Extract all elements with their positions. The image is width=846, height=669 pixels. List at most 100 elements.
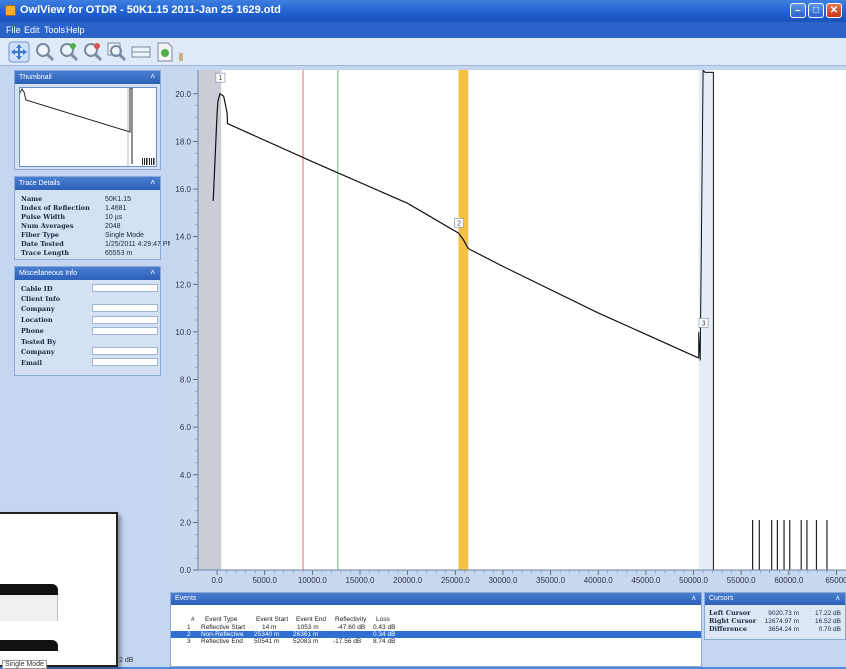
x-tick-label: 50000.0	[679, 576, 708, 585]
y-tick-label: 14.0	[175, 233, 191, 242]
menu-bar: File Edit Tools Help	[0, 22, 846, 38]
x-tick-label: 5000.0	[252, 576, 277, 585]
y-tick-label: 16.0	[175, 185, 191, 194]
background-window-header	[0, 584, 58, 595]
thumbnail-panel-header[interactable]: Thumbnail ˄	[15, 71, 160, 84]
tested-by-label: Tested By	[21, 338, 57, 346]
events-header[interactable]: Events ˄	[171, 593, 701, 605]
trace-details-title: Trace Details	[19, 180, 60, 187]
event-row-selected[interactable]: 2 Non-Reflective 25340 m 26361 m 0.34 dB	[171, 631, 701, 638]
zoom-in-icon[interactable]	[58, 41, 80, 63]
misc-info-header[interactable]: Miscellaneous Info ˄	[15, 267, 160, 280]
right-cursor-readout: Right Cursor 12674.97 m 16.52 dB	[709, 617, 841, 625]
cursor-difference-readout: Difference 3654.24 m 0.70 dB	[709, 625, 841, 633]
events-header-row: # Event Type Event Start Event End Refle…	[171, 616, 701, 623]
thumbnail-preview[interactable]	[19, 87, 157, 167]
y-tick-label: 2.0	[180, 518, 192, 527]
menu-edit[interactable]: Edit	[24, 25, 40, 35]
company-label: Company	[21, 305, 55, 313]
detail-num-averages: Num Averages 2048	[21, 222, 121, 230]
col-reflectivity[interactable]: Reflectivity	[335, 616, 366, 623]
x-tick-label: 65000	[825, 576, 846, 585]
event-row[interactable]: 3 Reflective End 50541 m 52083 m -17.56 …	[171, 638, 701, 645]
detail-pulse-width: Pulse Width 10 µs	[21, 213, 123, 221]
menu-help[interactable]: Help	[66, 25, 85, 35]
launch-region	[198, 70, 222, 570]
y-tick-label: 0.0	[180, 566, 192, 575]
plot-background	[198, 70, 846, 570]
cable-id-label: Cable ID	[21, 285, 53, 293]
fiber-type-field: Single Mode	[2, 660, 47, 669]
col-loss[interactable]: Loss	[376, 616, 390, 623]
app-icon	[5, 5, 16, 16]
collapse-icon[interactable]: ˄	[150, 72, 155, 81]
x-tick-label: 55000.0	[727, 576, 756, 585]
thumbnail-panel-title: Thumbnail	[19, 74, 52, 81]
trace-details-header[interactable]: Trace Details ˄	[15, 177, 160, 190]
x-tick-label: 0.0	[211, 576, 223, 585]
otdr-trace-chart[interactable]: 1 2 3 0.0 2.0 4.0 6.0 8.0 10.0 12.0 14.0 16.0 18.0 2…	[170, 70, 846, 590]
detail-fiber-type: Fiber Type Single Mode	[21, 231, 144, 239]
detail-trace-length: Trace Length 65553 m	[21, 249, 133, 257]
event-row[interactable]: 1 Reflective Start 14 m 1053 m -47.60 dB…	[171, 624, 701, 631]
event-marker-1: 1	[215, 72, 226, 83]
app-window: OwlView for OTDR - 50K1.15 2011-Jan 25 1…	[0, 0, 846, 669]
col-number[interactable]: #	[191, 616, 195, 623]
events-title: Events	[175, 595, 197, 602]
tested-by-company-field[interactable]	[92, 347, 158, 355]
detail-index-of-reflection: Index of Reflection 1.4681	[21, 204, 127, 212]
pin-icon[interactable]	[176, 41, 186, 63]
tested-by-company-label: Company	[21, 348, 55, 356]
collapse-icon[interactable]: ˄	[835, 594, 840, 603]
y-tick-label: 12.0	[175, 280, 191, 289]
menu-tools[interactable]: Tools	[44, 25, 65, 35]
background-window-header	[0, 640, 58, 651]
email-field[interactable]	[92, 358, 158, 366]
collapse-icon[interactable]: ˄	[691, 594, 696, 603]
trace-plot[interactable]: 1 2 3 0.0 2.0 4.0 6.0 8.0 10.0 12.0 14.0 16.0 18.0 2…	[170, 70, 846, 590]
minimize-button[interactable]: –	[790, 3, 806, 18]
misc-info-title: Miscellaneous Info	[19, 270, 77, 277]
cursors-header[interactable]: Cursors ˄	[705, 593, 845, 605]
events-panel: Events ˄ # Event Type Event Start Event …	[170, 592, 702, 667]
collapse-icon[interactable]: ˄	[150, 268, 155, 277]
ruler-icon[interactable]	[130, 41, 152, 63]
close-button[interactable]: ✕	[826, 3, 842, 18]
y-tick-label: 10.0	[175, 328, 191, 337]
phone-field[interactable]	[92, 327, 158, 335]
thumbnail-panel: Thumbnail ˄	[14, 70, 161, 170]
y-tick-label: 20.0	[175, 90, 191, 99]
background-window[interactable]: Single Mode	[0, 512, 118, 669]
x-tick-label: 35000.0	[536, 576, 565, 585]
zoom-icon[interactable]	[34, 41, 56, 63]
background-window-row	[0, 595, 58, 621]
toolbar	[0, 38, 846, 66]
window-title: OwlView for OTDR - 50K1.15 2011-Jan 25 1…	[20, 4, 281, 16]
x-tick-label: 30000.0	[488, 576, 517, 585]
company-field[interactable]	[92, 304, 158, 312]
event-marker-3: 3	[698, 318, 709, 328]
zoom-fit-icon[interactable]	[106, 41, 128, 63]
maximize-button[interactable]: □	[808, 3, 824, 18]
menu-file[interactable]: File	[6, 25, 21, 35]
cursors-title: Cursors	[709, 595, 734, 602]
y-tick-label: 8.0	[180, 376, 192, 385]
col-event-type[interactable]: Event Type	[205, 616, 237, 623]
col-event-start[interactable]: Event Start	[256, 616, 288, 623]
collapse-icon[interactable]: ˄	[150, 178, 155, 187]
pan-tool-icon[interactable]	[8, 41, 30, 63]
col-event-end[interactable]: Event End	[296, 616, 326, 623]
location-label: Location	[21, 316, 53, 324]
x-tick-label: 20000.0	[393, 576, 422, 585]
title-bar[interactable]: OwlView for OTDR - 50K1.15 2011-Jan 25 1…	[0, 0, 846, 22]
export-icon[interactable]	[154, 41, 176, 63]
x-tick-label: 60000.0	[774, 576, 803, 585]
cursors-panel: Cursors ˄ Left Cursor 9020.73 m 17.22 dB R…	[704, 592, 846, 640]
trace-details-panel: Trace Details ˄ Name 50K1.15 Index of Ref…	[14, 176, 173, 260]
thumbnail-trace	[19, 87, 155, 166]
event-marker-label: 3	[702, 320, 706, 327]
location-field[interactable]	[92, 316, 158, 324]
x-tick-label: 25000.0	[441, 576, 470, 585]
zoom-out-icon[interactable]	[82, 41, 104, 63]
cable-id-field[interactable]	[92, 284, 158, 292]
